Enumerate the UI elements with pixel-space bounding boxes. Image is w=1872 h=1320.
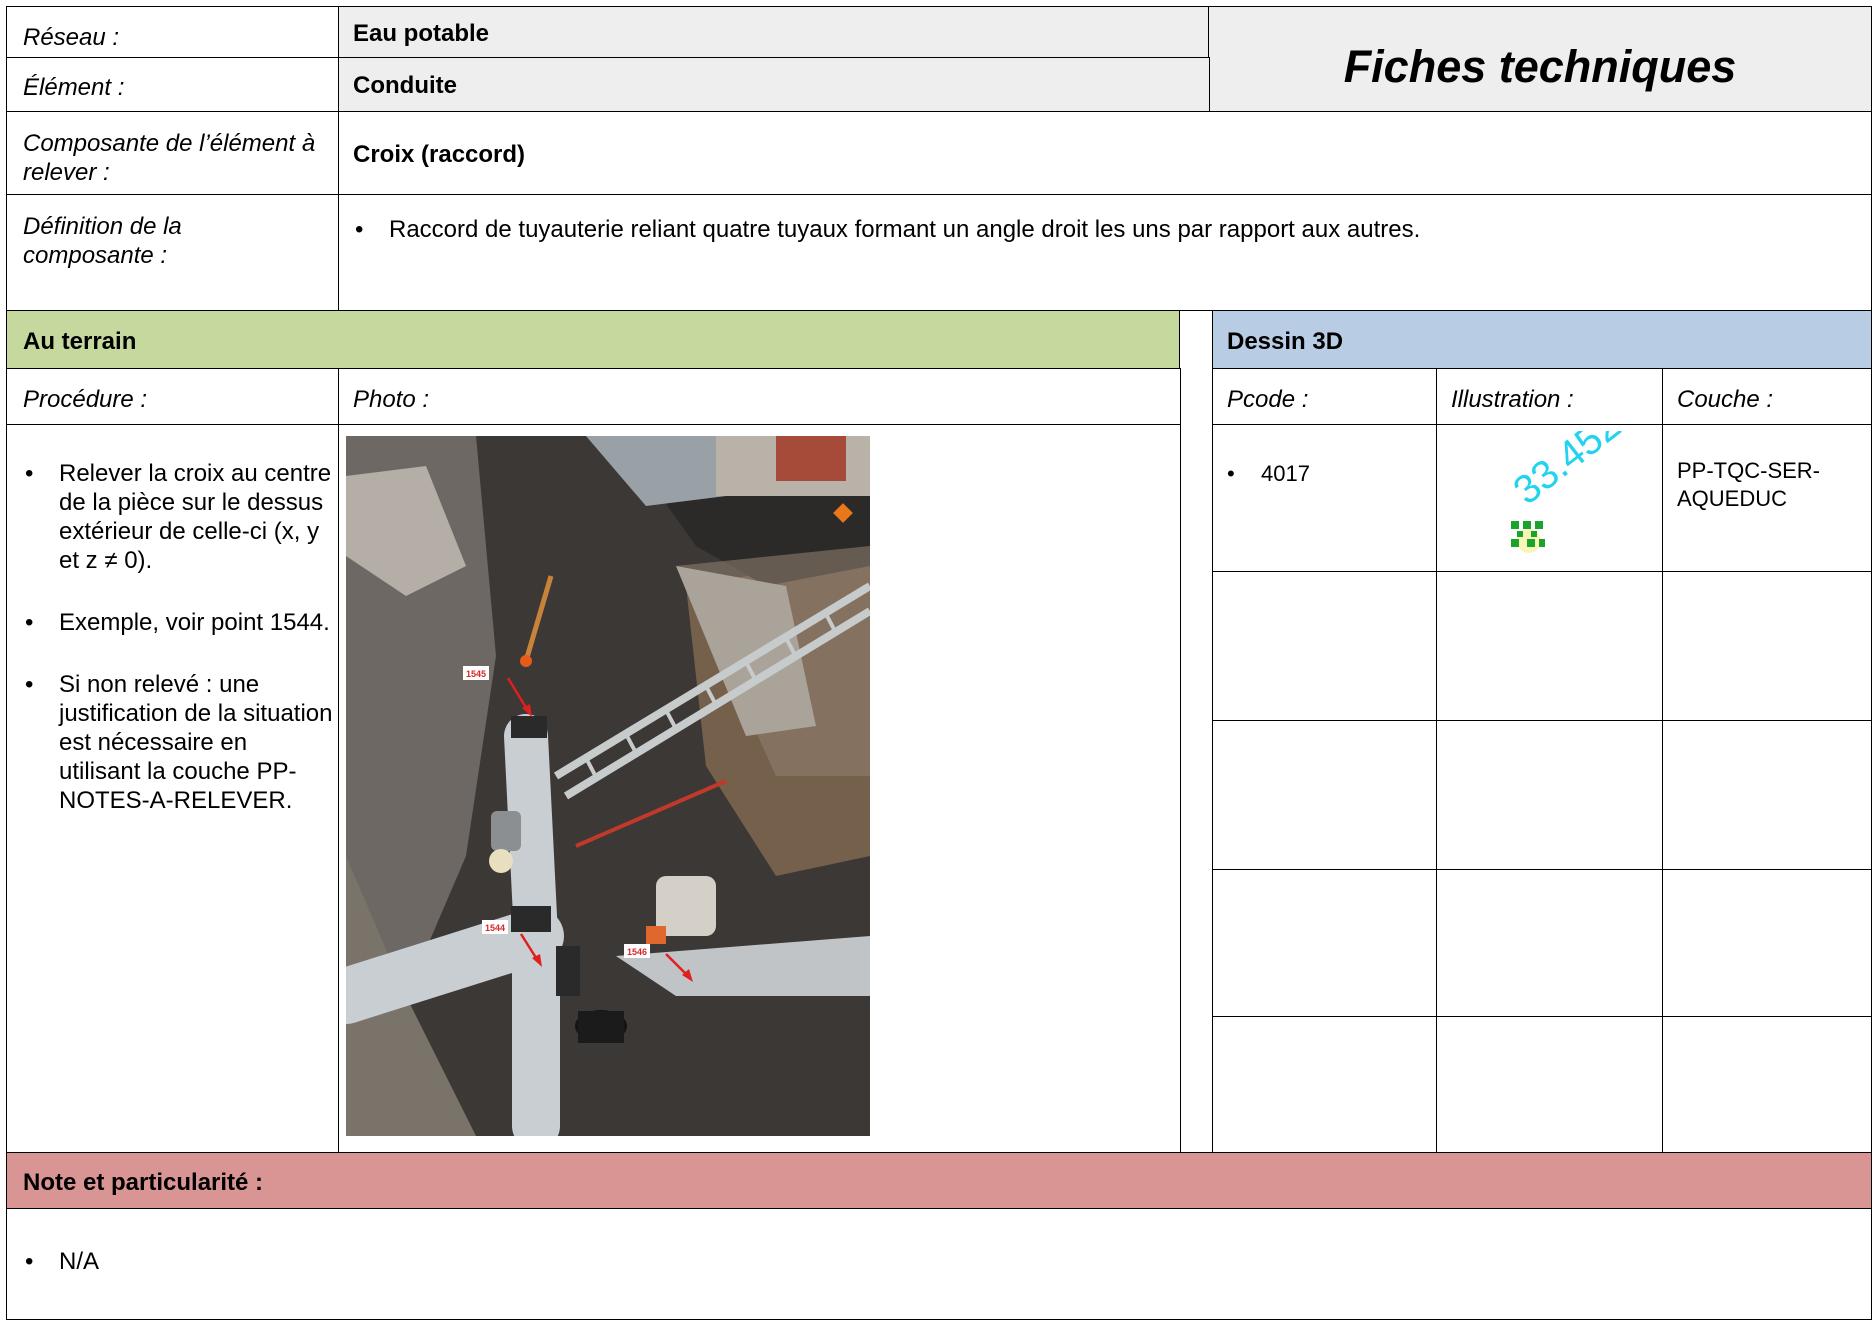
empty-pcode-cell: [1212, 1016, 1438, 1154]
couche-value: PP-TQC-SER-AQUEDUC: [1677, 458, 1820, 511]
empty-couche-cell: [1662, 571, 1872, 722]
procedure-label-cell: Procédure :: [6, 368, 340, 426]
au-terrain-header: Au terrain: [6, 310, 1181, 370]
definition-list: Raccord de tuyauterie reliant quatre tuy…: [351, 215, 1420, 277]
empty-illustration-cell: [1436, 720, 1664, 871]
empty-pcode-cell: [1212, 720, 1438, 871]
procedure-cell: Relever la croix au centre de la pièce s…: [6, 424, 340, 1154]
couche-cell: PP-TQC-SER-AQUEDUC: [1662, 424, 1872, 573]
column-gap: [1179, 310, 1214, 1154]
composante-value-cell: Croix (raccord): [338, 111, 1872, 196]
procedure-bullet: Relever la croix au centre de la pièce s…: [21, 459, 333, 575]
photo-label-1544: 1544: [485, 923, 505, 933]
illustration-label: Illustration :: [1451, 386, 1574, 413]
definition-value-cell: Raccord de tuyauterie reliant quatre tuy…: [338, 194, 1872, 312]
empty-couche-cell: [1662, 1016, 1872, 1154]
note-heading: Note et particularité :: [23, 1169, 264, 1196]
empty-illustration-cell: [1436, 571, 1664, 722]
technical-sheet: Réseau : Eau potable Fiches techniques É…: [0, 0, 1872, 1320]
title-cell: Fiches techniques: [1208, 6, 1872, 113]
construction-photo: 1545 1544 1546: [346, 436, 870, 1136]
dessin-3d-header: Dessin 3D: [1212, 310, 1872, 370]
empty-couche-cell: [1662, 869, 1872, 1018]
reseau-label-cell: Réseau :: [6, 6, 340, 59]
couche-label-cell: Couche :: [1662, 368, 1872, 426]
au-terrain-heading: Au terrain: [23, 328, 137, 355]
empty-pcode-cell: [1212, 869, 1438, 1018]
definition-label-cell: Définition de la composante :: [6, 194, 340, 312]
dessin-3d-heading: Dessin 3D: [1227, 328, 1344, 355]
element-label-cell: Élément :: [6, 57, 340, 113]
pcode-cell: 4017: [1212, 424, 1438, 573]
pcode-list: 4017: [1223, 459, 1310, 521]
empty-couche-cell: [1662, 720, 1872, 871]
photo-label-1546: 1546: [627, 947, 647, 957]
pcode-label: Pcode :: [1227, 386, 1309, 413]
composante-label-cell: Composante de l’élément à relever :: [6, 111, 340, 196]
element-label: Élément :: [23, 74, 125, 101]
reseau-value-cell: Eau potable: [338, 6, 1210, 59]
photo-label: Photo :: [353, 386, 430, 413]
page-title: Fiches techniques: [1343, 41, 1737, 92]
illustration-symbol: 33.452: [1477, 403, 1629, 561]
pcode-label-cell: Pcode :: [1212, 368, 1438, 426]
element-value-cell: Conduite: [338, 57, 1210, 113]
photo-label-1545: 1545: [466, 669, 486, 679]
empty-illustration-cell: [1436, 1016, 1664, 1154]
illustration-number: 33.452: [1505, 431, 1627, 513]
illustration-label-cell: Illustration :: [1436, 368, 1664, 426]
empty-pcode-cell: [1212, 571, 1438, 722]
composante-value: Croix (raccord): [353, 141, 526, 168]
reseau-label: Réseau :: [23, 24, 120, 51]
note-header: Note et particularité :: [6, 1152, 1872, 1210]
couche-label: Couche :: [1677, 386, 1774, 413]
reseau-value: Eau potable: [353, 20, 490, 47]
element-value: Conduite: [353, 72, 457, 99]
illustration-cell: 33.452: [1436, 403, 1664, 573]
procedure-list: Relever la croix au centre de la pièce s…: [21, 459, 333, 848]
note-bullet: N/A: [21, 1247, 99, 1276]
definition-label: Définition de la composante :: [23, 213, 182, 269]
procedure-bullet: Exemple, voir point 1544.: [21, 608, 333, 637]
procedure-label: Procédure :: [23, 386, 148, 413]
note-cell: N/A: [6, 1208, 1872, 1320]
empty-illustration-cell: [1436, 869, 1664, 1018]
procedure-bullet: Si non relevé : une justification de la …: [21, 670, 333, 815]
composante-label: Composante de l’élément à relever :: [23, 130, 316, 186]
photo-label-cell: Photo :: [338, 368, 1181, 426]
pcode-value: 4017: [1223, 459, 1310, 488]
definition-bullet: Raccord de tuyauterie reliant quatre tuy…: [351, 215, 1420, 244]
note-list: N/A: [21, 1247, 99, 1309]
